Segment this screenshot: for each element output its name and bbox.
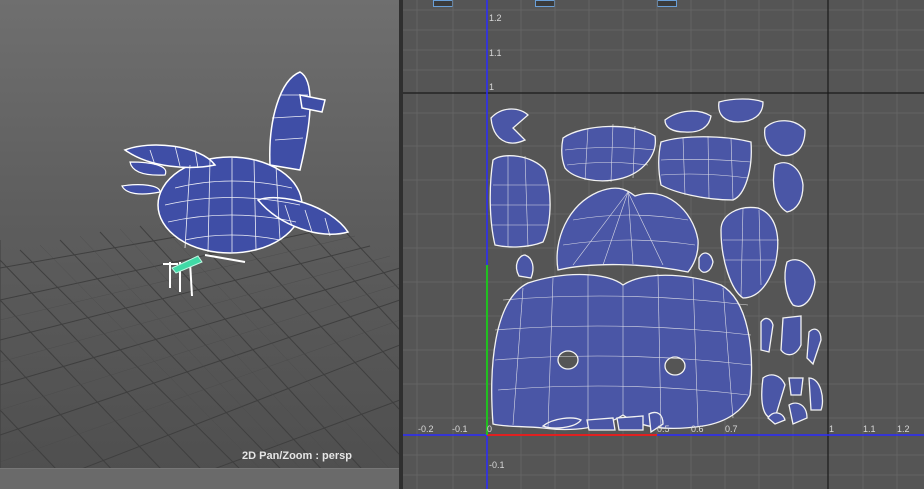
uv-editor-panel[interactable]: -0.2 -0.1 0 0.5 0.6 0.7 1 1.1 1.2 1.2 1.… — [403, 0, 924, 489]
y-tick-label: 1.1 — [489, 48, 502, 58]
x-tick-label: 0.6 — [691, 424, 704, 434]
uv-grid-canvas[interactable] — [403, 0, 924, 489]
uv-mapped-model[interactable] — [121, 71, 350, 297]
perspective-scene — [0, 71, 400, 489]
uv-shells[interactable] — [489, 98, 824, 434]
y-tick-label: 1 — [489, 82, 495, 92]
x-tick-label: 0 — [487, 424, 493, 434]
y-tick-label: -0.1 — [489, 460, 505, 470]
x-tick-label: 0.5 — [657, 424, 670, 434]
perspective-viewport[interactable]: 2D Pan/Zoom : persp — [0, 0, 400, 489]
hud-camera-label: 2D Pan/Zoom : persp — [242, 450, 353, 462]
y-tick-label: 1.2 — [489, 13, 502, 23]
x-tick-label: 1.2 — [897, 424, 910, 434]
ground-grid — [0, 214, 400, 489]
x-tick-label: -0.2 — [418, 424, 434, 434]
x-tick-label: 1.1 — [863, 424, 876, 434]
legs — [163, 254, 246, 297]
x-tick-label: 0.7 — [725, 424, 738, 434]
x-tick-label: 1 — [829, 424, 835, 434]
x-tick-label: -0.1 — [452, 424, 468, 434]
viewport-bottom-bar — [0, 468, 400, 489]
